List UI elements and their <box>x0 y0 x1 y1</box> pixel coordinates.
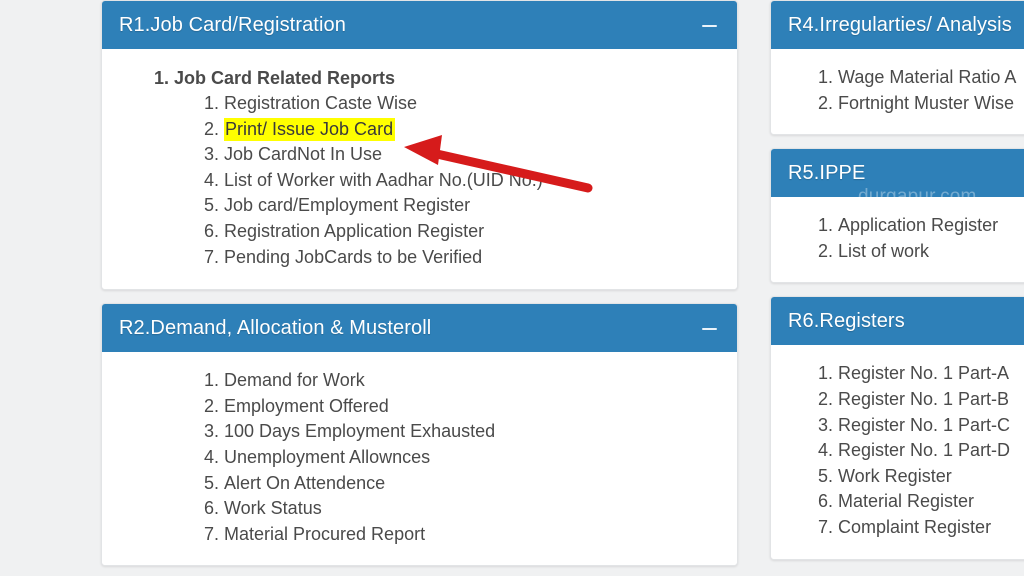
panel-r5-body: Application Register List of work <box>771 197 1024 283</box>
list-item[interactable]: Pending JobCards to be Verified <box>224 245 727 271</box>
r4-report-list: Wage Material Ratio A Fortnight Muster W… <box>781 65 1024 116</box>
panel-r1-header[interactable]: R1.Job Card/Registration <box>102 1 737 49</box>
list-item[interactable]: Work Register <box>838 464 1024 490</box>
list-item[interactable]: Job card/Employment Register <box>224 193 727 219</box>
list-item[interactable]: Registration Caste Wise <box>224 91 727 117</box>
page-canvas: R1.Job Card/Registration Job Card Relate… <box>0 0 1024 576</box>
list-item[interactable]: List of Worker with Aadhar No.(UID No.) <box>224 168 727 194</box>
r1-item-label: List of Worker with Aadhar No.(UID No.) <box>224 169 543 190</box>
r5-report-list: Application Register List of work <box>781 213 1024 264</box>
list-item[interactable]: Demand for Work <box>224 368 727 394</box>
list-item[interactable]: Wage Material Ratio A <box>838 65 1024 91</box>
list-item[interactable]: Register No. 1 Part-A <box>838 361 1024 387</box>
list-item[interactable]: Register No. 1 Part-C <box>838 413 1024 439</box>
right-column: R4.Irregularties/ Analysis Wage Material… <box>770 0 1024 573</box>
panel-r4-header[interactable]: R4.Irregularties/ Analysis <box>771 1 1024 49</box>
r1-item-label: Job CardNot In Use <box>224 144 383 165</box>
r6-report-list: Register No. 1 Part-A Register No. 1 Par… <box>781 361 1024 540</box>
panel-r2-body: Demand for Work Employment Offered 100 D… <box>102 352 737 566</box>
panel-r1-title: R1.Job Card/Registration <box>119 13 346 36</box>
r1-item-label-highlighted: Print/ Issue Job Card <box>224 117 396 141</box>
r1-report-list: Registration Caste Wise Print/ Issue Job… <box>174 91 727 270</box>
panel-r4-body: Wage Material Ratio A Fortnight Muster W… <box>771 49 1024 135</box>
panel-r5-header[interactable]: R5.IPPE <box>771 149 1024 198</box>
list-item[interactable]: Register No. 1 Part-D <box>838 438 1024 464</box>
list-item[interactable]: Alert On Attendence <box>224 471 727 497</box>
panel-r5-title: R5.IPPE <box>788 161 866 184</box>
r1-item-label: Registration Caste Wise <box>224 93 418 113</box>
panel-r2-demand-allocation-musteroll: R2.Demand, Allocation & Musteroll Demand… <box>101 303 738 567</box>
r1-group-list: Job Card Related Reports Registration Ca… <box>112 65 727 270</box>
list-item[interactable]: Work Status <box>224 496 727 522</box>
panel-r6-header[interactable]: R6.Registers <box>771 297 1024 346</box>
list-item[interactable]: Application Register <box>838 213 1024 239</box>
left-column: R1.Job Card/Registration Job Card Relate… <box>101 0 738 576</box>
list-item[interactable]: Unemployment Allownces <box>224 445 727 471</box>
r1-item-label: Registration Application Register <box>224 220 485 241</box>
list-item[interactable]: Job CardNot In Use <box>224 142 727 168</box>
list-item[interactable]: Complaint Register <box>838 515 1024 541</box>
list-item[interactable]: List of work <box>838 239 1024 265</box>
list-item[interactable]: Material Procured Report <box>224 522 727 548</box>
panel-r2-title: R2.Demand, Allocation & Musteroll <box>119 316 432 339</box>
list-item[interactable]: Registration Application Register <box>224 219 727 245</box>
list-item[interactable]: 100 Days Employment Exhausted <box>224 419 727 445</box>
panel-r1-job-card-registration: R1.Job Card/Registration Job Card Relate… <box>101 0 738 291</box>
list-item[interactable]: Employment Offered <box>224 394 727 420</box>
r2-report-list: Demand for Work Employment Offered 100 D… <box>112 368 727 547</box>
panel-r5-ippe: R5.IPPE Application Register List of wor… <box>770 148 1024 284</box>
panel-r6-body: Register No. 1 Part-A Register No. 1 Par… <box>771 345 1024 559</box>
panel-r4-title: R4.Irregularties/ Analysis <box>788 13 1012 36</box>
minus-icon[interactable] <box>702 322 717 335</box>
panel-r4-irregularities-analysis: R4.Irregularties/ Analysis Wage Material… <box>770 0 1024 136</box>
list-item-highlighted[interactable]: Print/ Issue Job Card <box>224 117 727 143</box>
r1-group-heading: Job Card Related Reports <box>174 68 396 88</box>
r1-item-label: Pending JobCards to be Verified <box>224 246 483 267</box>
minus-icon[interactable] <box>702 19 717 32</box>
panel-r2-header[interactable]: R2.Demand, Allocation & Musteroll <box>102 304 737 353</box>
list-item[interactable]: Register No. 1 Part-B <box>838 387 1024 413</box>
list-item[interactable]: Material Register <box>838 489 1024 515</box>
list-item[interactable]: Fortnight Muster Wise <box>838 91 1024 117</box>
panel-r6-registers: R6.Registers Register No. 1 Part-A Regis… <box>770 296 1024 560</box>
panel-r6-title: R6.Registers <box>788 309 905 332</box>
r1-item-label: Job card/Employment Register <box>224 195 471 216</box>
panel-r1-body: Job Card Related Reports Registration Ca… <box>102 49 737 290</box>
r1-group-item: Job Card Related Reports Registration Ca… <box>174 65 727 270</box>
